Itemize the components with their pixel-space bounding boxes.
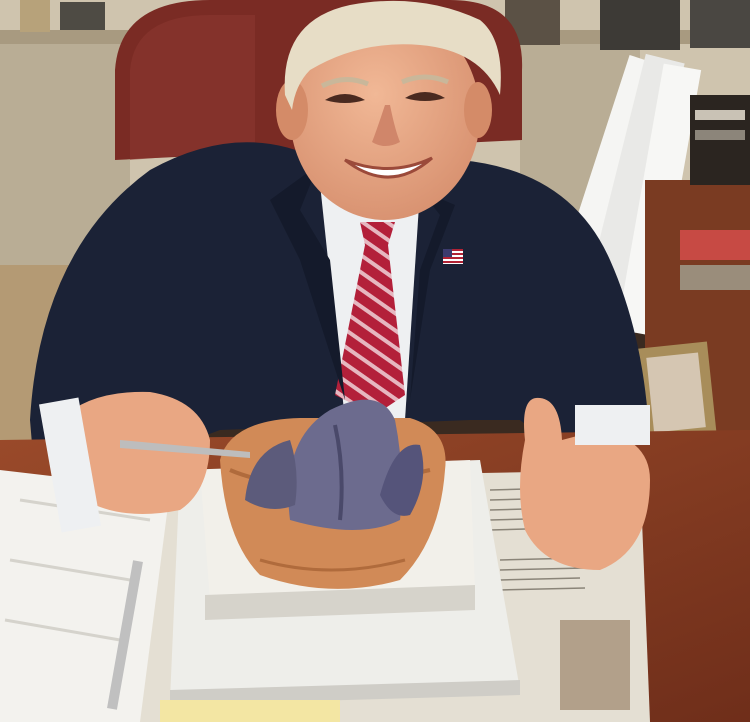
shelf-photo-3 — [690, 0, 750, 48]
photo-illustration — [0, 0, 750, 722]
flag-pin-icon — [443, 249, 463, 264]
shelf-trophy — [20, 0, 50, 32]
thumbs-up-hand — [520, 397, 650, 570]
right-ear — [464, 82, 492, 138]
newspaper-photo — [560, 620, 630, 710]
shelf-photo-2 — [600, 0, 680, 50]
sticky-note — [160, 700, 340, 722]
photo-scene — [0, 0, 750, 722]
shelf-frame — [60, 2, 105, 30]
